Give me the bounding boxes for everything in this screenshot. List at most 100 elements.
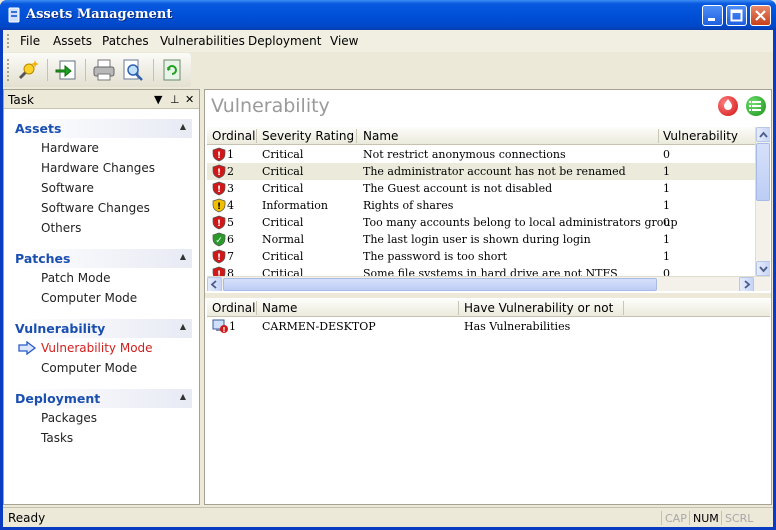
nav-others[interactable]: Others: [41, 221, 81, 235]
nav-hardware-changes[interactable]: Hardware Changes: [41, 161, 155, 175]
nav-patches-computer-mode[interactable]: Computer Mode: [41, 291, 137, 305]
table-row[interactable]: ! 2 Critical The administrator account has …: [207, 163, 755, 180]
scroll-up-button[interactable]: [756, 127, 770, 142]
export-button[interactable]: [53, 57, 79, 83]
cell-severity: Critical: [262, 165, 304, 178]
col-ordinal[interactable]: Ordinal: [212, 129, 255, 143]
menu-vulnerabilities[interactable]: Vulnerabilities: [160, 34, 245, 48]
cell-name: The last login user is shown during logi…: [363, 233, 591, 246]
table-row[interactable]: ! 1 CARMEN-DESKTOP Has Vulnerabilities: [207, 318, 755, 335]
page-title: Vulnerability: [211, 95, 330, 117]
nav-software-changes[interactable]: Software Changes: [41, 201, 150, 215]
toolbar-grip[interactable]: [7, 59, 10, 81]
section-patches[interactable]: Patches ▲: [12, 249, 192, 268]
menu-file[interactable]: File: [20, 34, 40, 48]
section-vulnerability[interactable]: Vulnerability ▲: [12, 319, 192, 338]
cell-ordinal: 7: [227, 250, 234, 263]
col-name[interactable]: Name: [363, 129, 398, 143]
close-button[interactable]: [750, 5, 771, 26]
horizontal-scrollbar[interactable]: [207, 276, 770, 291]
cell-ordinal: 1: [229, 320, 236, 333]
vertical-scrollbar[interactable]: [755, 127, 770, 276]
nav-software[interactable]: Software: [41, 181, 94, 195]
table-row[interactable]: ✓ 6 Normal The last login user is shown dur…: [207, 231, 755, 248]
cell-ordinal: 4: [227, 199, 234, 212]
menu-grip[interactable]: [7, 34, 10, 48]
menu-assets[interactable]: Assets: [53, 34, 92, 48]
scroll-right-button[interactable]: [739, 277, 754, 291]
table-row[interactable]: ! 7 Critical The password is too short 1: [207, 248, 755, 265]
refresh-icon: [163, 59, 181, 81]
cell-name: Too many accounts belong to local admini…: [363, 216, 678, 229]
menu-deployment[interactable]: Deployment: [248, 34, 321, 48]
nav-hardware[interactable]: Hardware: [41, 141, 99, 155]
section-deployment[interactable]: Deployment ▲: [12, 389, 192, 408]
maximize-button[interactable]: [726, 5, 747, 26]
task-pane: Task ▼ ⊥ ✕ Assets ▲ Hardware Hardware Ch…: [3, 89, 200, 505]
table-row[interactable]: ! 5 Critical Too many accounts belong to lo…: [207, 214, 755, 231]
splitter[interactable]: [205, 293, 771, 298]
column-divider: [458, 301, 459, 315]
app-window: Assets Management File Assets Patches Vu…: [0, 0, 776, 530]
scroll-down-button[interactable]: [756, 261, 770, 276]
col-vulnerability[interactable]: Vulnerability: [663, 129, 738, 143]
vertical-scroll-thumb[interactable]: [756, 143, 770, 201]
print-preview-button[interactable]: [120, 57, 146, 83]
chevron-up-icon: [759, 131, 768, 138]
minimize-button[interactable]: [702, 5, 723, 26]
col-ordinal[interactable]: Ordinal: [212, 301, 255, 315]
toolbar: [3, 53, 191, 87]
cell-vulnerability: 1: [663, 182, 670, 195]
collapse-icon[interactable]: ▲: [180, 392, 186, 401]
cell-vulnerability-status: Has Vulnerabilities: [464, 320, 571, 333]
shield-critical-icon: !: [212, 147, 226, 162]
cell-name: Rights of shares: [363, 199, 454, 212]
stop-icon: [724, 99, 732, 110]
wizard-icon: [18, 60, 39, 80]
cell-ordinal: 1: [227, 148, 234, 161]
nav-vulnerability-computer-mode[interactable]: Computer Mode: [41, 361, 137, 375]
print-icon: [93, 59, 115, 81]
nav-tasks[interactable]: Tasks: [41, 431, 73, 445]
table-row[interactable]: ! 4 Information Rights of shares 1: [207, 197, 755, 214]
collapse-icon[interactable]: ▲: [180, 322, 186, 331]
nav-patch-mode[interactable]: Patch Mode: [41, 271, 110, 285]
cell-severity: Information: [262, 199, 329, 212]
stop-button[interactable]: [718, 96, 738, 116]
pin-icon[interactable]: ⊥: [170, 93, 180, 106]
status-divider: [689, 511, 690, 525]
maximize-icon: [730, 9, 743, 22]
content-panel: Vulnerability Ordinal Severity Rating Na…: [204, 89, 772, 505]
svg-text:!: !: [217, 219, 221, 229]
title-bar[interactable]: Assets Management: [0, 0, 776, 30]
section-assets[interactable]: Assets ▲: [12, 119, 192, 138]
computer-grid: Ordinal Name Have Vulnerability or not !…: [207, 299, 770, 504]
scroll-left-button[interactable]: [207, 277, 222, 291]
print-preview-icon: [123, 59, 143, 81]
shield-critical-icon: !: [212, 249, 226, 264]
table-row[interactable]: ! 3 Critical The Guest account is not disab…: [207, 180, 755, 197]
print-button[interactable]: [91, 57, 117, 83]
cell-severity: Normal: [262, 233, 305, 246]
nav-vulnerability-mode[interactable]: Vulnerability Mode: [41, 341, 153, 355]
refresh-button[interactable]: [159, 57, 185, 83]
cell-vulnerability: 1: [663, 165, 670, 178]
col-severity[interactable]: Severity Rating: [262, 129, 354, 143]
list-button[interactable]: [746, 96, 766, 116]
collapse-icon[interactable]: ▲: [180, 122, 186, 131]
horizontal-scroll-thumb[interactable]: [223, 278, 657, 291]
cell-computer-name: CARMEN-DESKTOP: [262, 320, 376, 333]
wizard-button[interactable]: [15, 57, 41, 83]
collapse-icon[interactable]: ▲: [180, 252, 186, 261]
nav-packages[interactable]: Packages: [41, 411, 97, 425]
col-name[interactable]: Name: [262, 301, 297, 315]
menu-view[interactable]: View: [330, 34, 358, 48]
client-area: File Assets Patches Vulnerabilities Depl…: [3, 30, 773, 527]
menu-patches[interactable]: Patches: [102, 34, 149, 48]
pane-close-icon[interactable]: ✕: [185, 93, 194, 106]
table-row[interactable]: ! 1 Critical Not restrict anonymous connect…: [207, 146, 755, 163]
pane-dropdown-icon[interactable]: ▼: [154, 93, 162, 106]
status-divider: [661, 511, 662, 525]
cell-vulnerability: 1: [663, 199, 670, 212]
col-have-vulnerability[interactable]: Have Vulnerability or not: [464, 301, 613, 315]
